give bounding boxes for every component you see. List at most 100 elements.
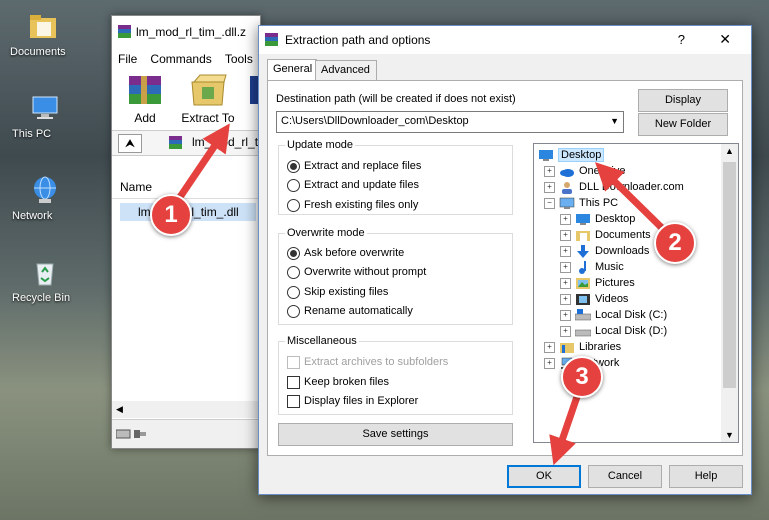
folder-tree[interactable]: Desktop + OneDrive + DLL Downloader.com − T…: [533, 143, 739, 443]
expand-icon[interactable]: +: [544, 181, 555, 193]
tree-label: Music: [595, 261, 624, 273]
checkbox[interactable]: [287, 375, 300, 389]
radio-skip-existing[interactable]: Skip existing files: [287, 285, 388, 301]
tree-label: This PC: [579, 197, 619, 209]
option-label: Skip existing files: [304, 286, 389, 298]
computer-icon: [559, 197, 575, 209]
tree-item-downloads[interactable]: + Downloads: [560, 243, 649, 259]
desktop-icon: [539, 149, 553, 161]
horizontal-scrollbar[interactable]: ◀: [112, 401, 260, 418]
expand-icon[interactable]: +: [560, 261, 571, 273]
destination-path-combo[interactable]: C:\Users\DllDownloader_com\Desktop ▼: [276, 111, 624, 133]
radio-extract-update[interactable]: Extract and update files: [287, 178, 419, 194]
expand-icon[interactable]: +: [544, 165, 555, 177]
tree-label: OneDrive: [579, 165, 626, 177]
menu-commands[interactable]: Commands: [150, 52, 211, 66]
expand-icon[interactable]: +: [560, 245, 571, 257]
desktop-icon-recycle-bin[interactable]: Recycle Bin: [12, 256, 78, 304]
column-header-name[interactable]: Name: [112, 176, 260, 199]
expand-icon[interactable]: +: [544, 357, 555, 369]
tree-vertical-scrollbar[interactable]: ▲ ▼: [721, 144, 738, 442]
display-button[interactable]: Display: [638, 89, 728, 112]
radio-fresh-existing[interactable]: Fresh existing files only: [287, 198, 418, 214]
option-label: Ask before overwrite: [304, 247, 405, 259]
tab-advanced[interactable]: Advanced: [315, 60, 377, 80]
expand-icon[interactable]: +: [560, 277, 571, 289]
scroll-thumb[interactable]: [723, 162, 736, 388]
menu-tools[interactable]: Tools: [225, 52, 253, 66]
radio-button[interactable]: [287, 246, 300, 260]
dialog-title-bar[interactable]: Extraction path and options ? ✕: [259, 26, 751, 54]
winrar-window[interactable]: lm_mod_rl_tim_.dll.z File Commands Tools…: [111, 15, 261, 449]
radio-button[interactable]: [287, 265, 300, 279]
radio-button[interactable]: [287, 304, 300, 318]
expand-icon[interactable]: +: [560, 325, 571, 337]
desktop-icon-network[interactable]: Network: [12, 174, 78, 222]
cancel-button[interactable]: Cancel: [588, 465, 662, 488]
extract-to-button[interactable]: Extract To: [178, 72, 238, 125]
tab-general[interactable]: General: [267, 59, 317, 81]
help-icon[interactable]: ?: [678, 32, 685, 47]
radio-button[interactable]: [287, 285, 300, 299]
drive-icon: [116, 429, 146, 439]
extract-to-icon: [191, 74, 227, 106]
collapse-icon[interactable]: −: [544, 197, 555, 209]
option-label: Fresh existing files only: [304, 199, 419, 211]
winrar-title-bar[interactable]: lm_mod_rl_tim_.dll.z: [112, 16, 260, 48]
tree-item-dll-downloader[interactable]: + DLL Downloader.com: [544, 179, 684, 195]
checkbox[interactable]: [287, 394, 300, 408]
ok-button[interactable]: OK: [507, 465, 581, 488]
desktop-icon-this-pc[interactable]: This PC: [12, 92, 78, 140]
help-button[interactable]: Help: [669, 465, 743, 488]
checkbox-display-in-explorer[interactable]: Display files in Explorer: [287, 394, 418, 410]
radio-extract-replace[interactable]: Extract and replace files: [287, 159, 421, 175]
new-folder-button[interactable]: New Folder: [638, 113, 728, 136]
expand-icon[interactable]: +: [560, 309, 571, 321]
option-label: Rename automatically: [304, 305, 413, 317]
scroll-down-icon[interactable]: ▼: [725, 430, 734, 440]
desktop-icon-documents[interactable]: Documents: [10, 10, 76, 58]
tree-label: Downloads: [595, 245, 650, 257]
chevron-down-icon[interactable]: ▼: [610, 116, 619, 126]
drive-icon: [575, 329, 591, 336]
winrar-toolbar: Add Extract To: [112, 70, 260, 130]
checkbox-keep-broken[interactable]: Keep broken files: [287, 375, 389, 391]
tree-item-desktop[interactable]: Desktop: [538, 147, 605, 163]
tree-item-this-pc[interactable]: − This PC: [544, 195, 618, 211]
address-bar[interactable]: ⮝ lm_mod_rl_tim: [112, 130, 260, 156]
radio-ask-before[interactable]: Ask before overwrite: [287, 246, 404, 262]
tree-item-local-disk-d[interactable]: + Local Disk (D:): [560, 323, 667, 339]
menu-file[interactable]: File: [118, 52, 137, 66]
archive-add-icon: [129, 76, 161, 104]
tree-item-videos[interactable]: + Videos: [560, 291, 628, 307]
expand-icon[interactable]: +: [560, 213, 571, 225]
tree-item-local-disk-c[interactable]: + Local Disk (C:): [560, 307, 667, 323]
tree-item-libraries[interactable]: + Libraries: [544, 339, 621, 355]
scroll-up-icon[interactable]: ▲: [725, 146, 734, 156]
network-icon: [34, 176, 56, 203]
overwrite-mode-title: Overwrite mode: [285, 227, 367, 239]
tree-item-pictures[interactable]: + Pictures: [560, 275, 635, 291]
tree-item-onedrive[interactable]: + OneDrive: [544, 163, 625, 179]
expand-icon[interactable]: +: [560, 293, 571, 305]
radio-button[interactable]: [287, 178, 300, 192]
tree-item-pc-desktop[interactable]: + Desktop: [560, 211, 635, 227]
save-settings-button[interactable]: Save settings: [278, 423, 513, 446]
tree-label: Local Disk (D:): [595, 325, 668, 337]
tree-item-music[interactable]: + Music: [560, 259, 624, 275]
expand-icon[interactable]: +: [544, 341, 555, 353]
close-icon[interactable]: ✕: [719, 31, 731, 48]
expand-icon[interactable]: +: [560, 229, 571, 241]
radio-rename-automatically[interactable]: Rename automatically: [287, 304, 413, 320]
computer-icon: [32, 96, 58, 119]
add-button[interactable]: Add: [122, 72, 168, 125]
desktop-icon-label: Documents: [10, 46, 66, 58]
radio-button[interactable]: [287, 159, 300, 173]
up-folder-button[interactable]: ⮝: [118, 134, 142, 153]
tree-item-documents[interactable]: + Documents: [560, 227, 651, 243]
annotation-badge-3: 3: [561, 356, 603, 398]
radio-button[interactable]: [287, 198, 300, 212]
winrar-app-icon: [118, 25, 131, 38]
radio-overwrite-without-prompt[interactable]: Overwrite without prompt: [287, 265, 426, 281]
desktop-icon-label: This PC: [12, 128, 52, 140]
